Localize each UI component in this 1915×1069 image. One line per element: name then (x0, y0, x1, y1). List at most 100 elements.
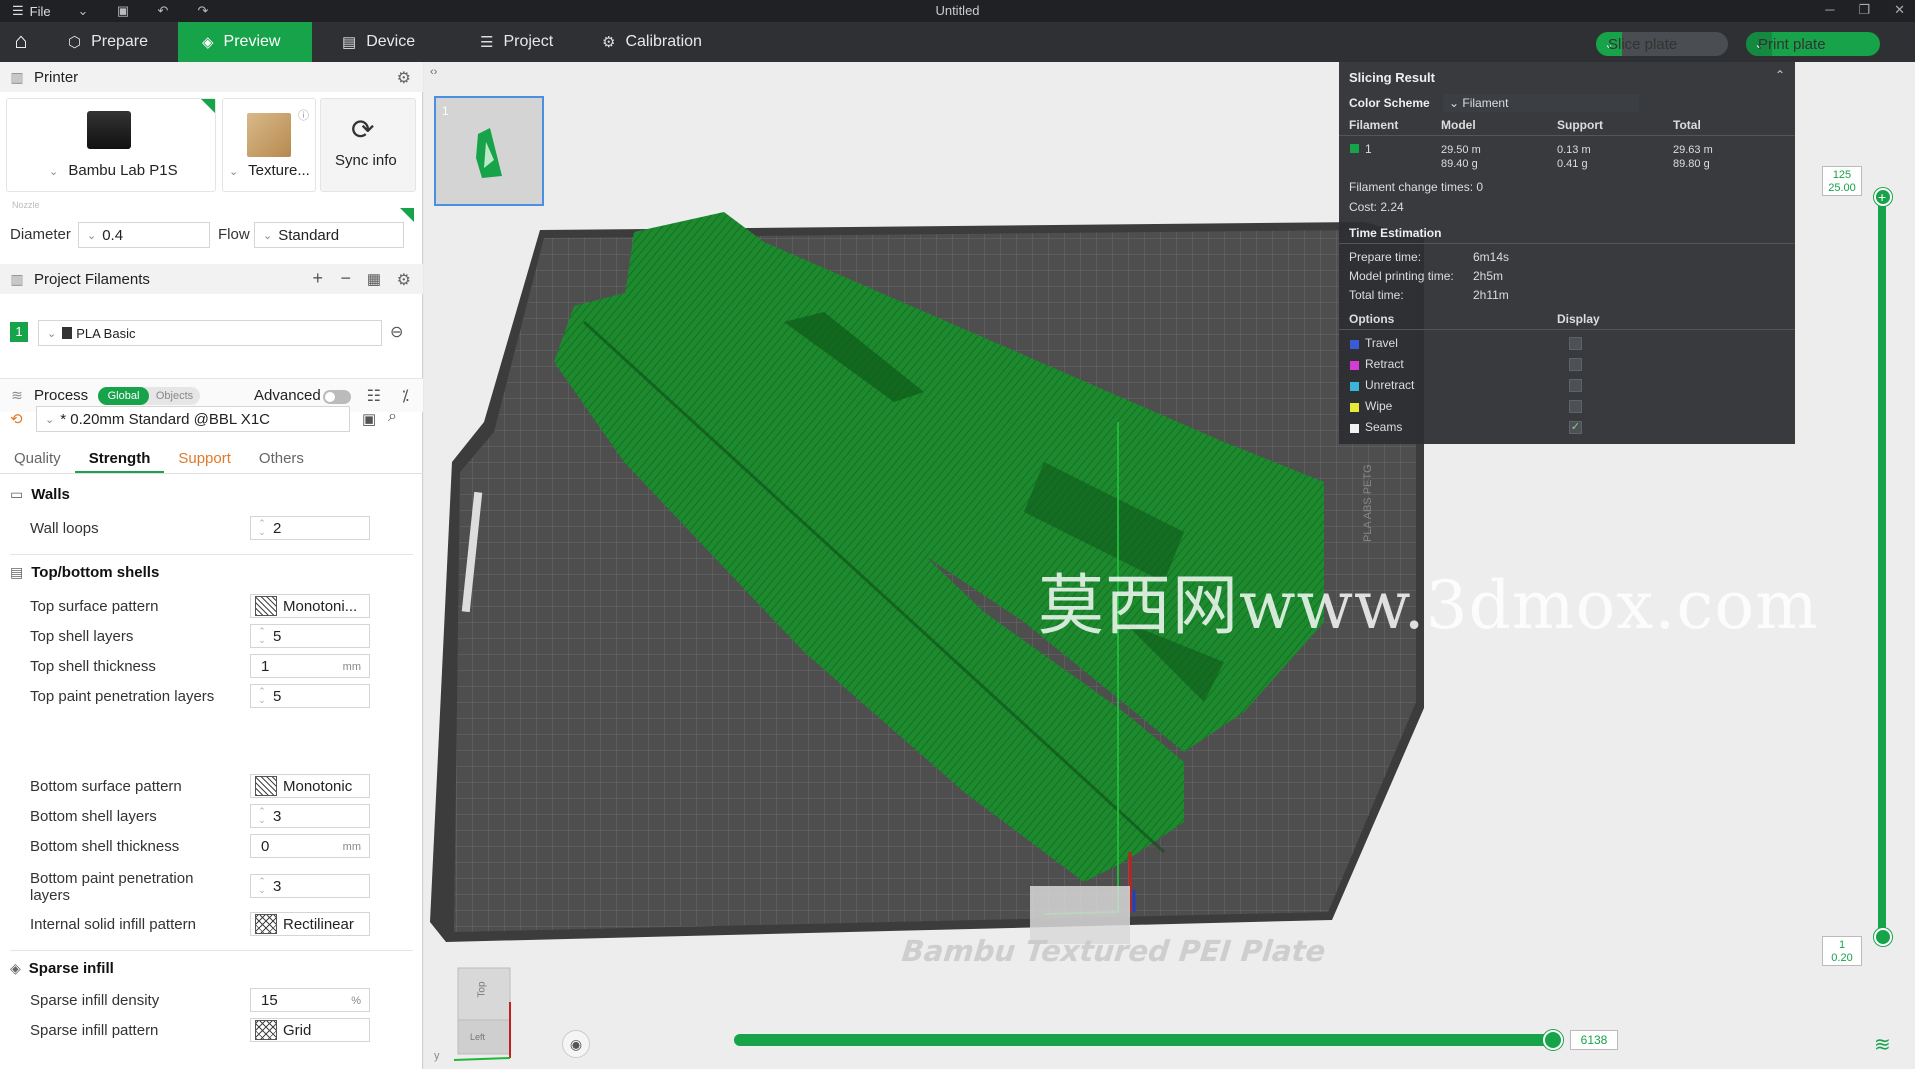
wall-loops-input[interactable]: ⌃ ⌄ 2 (250, 516, 370, 540)
printer-section-title: Printer (34, 68, 79, 86)
tab-strength[interactable]: Strength (74, 444, 165, 473)
sync-info-button[interactable]: ⟳ Sync info (320, 98, 416, 192)
display-label: Display (1557, 312, 1600, 326)
collapse-icon[interactable]: ⌃ (1775, 68, 1785, 82)
sparse-infill-density-input[interactable]: 15 % (250, 988, 370, 1012)
setting-value: 2 (273, 519, 282, 537)
spinner-icon[interactable]: ⌃ ⌄ (251, 627, 273, 645)
option-wipe-label: Wipe (1365, 399, 1393, 413)
bottom-shell-layers-input[interactable]: ⌃ ⌄ 3 (250, 804, 370, 828)
setting-value: 3 (273, 877, 282, 895)
layer-slider-bottom-handle[interactable] (1874, 928, 1892, 946)
tab-prepare[interactable]: ⬡ Prepare (52, 22, 178, 62)
toggle-objects[interactable]: Objects (149, 387, 200, 405)
tab-preview[interactable]: ◈ Preview (178, 22, 312, 62)
slicing-result-title: Slicing Result (1349, 70, 1435, 85)
save-preset-icon[interactable]: ▣ (362, 410, 376, 428)
tab-support[interactable]: Support (164, 444, 245, 473)
chevron-down-icon: ⌄ (47, 327, 57, 340)
flow-select[interactable]: ⌄ Standard (254, 222, 404, 248)
spinner-icon[interactable]: ⌃ ⌄ (251, 519, 273, 537)
global-objects-toggle[interactable]: Global Objects (98, 387, 200, 405)
print-plate-button[interactable]: ⌄ Print plate (1746, 32, 1880, 56)
tab-device[interactable]: ▤ Device (326, 22, 436, 62)
gear-icon[interactable]: ⚙ (397, 270, 411, 290)
minimize-icon[interactable]: ─ (1825, 2, 1834, 18)
color-scheme-value: Filament (1462, 96, 1509, 110)
tab-calibration[interactable]: ⚙ Calibration (586, 22, 736, 62)
setting-row-bottom-shell-layers: Bottom shell layers ⌃ ⌄ 3 (30, 804, 410, 830)
filament-index-badge[interactable]: 1 (10, 322, 28, 342)
option-travel-label: Travel (1365, 336, 1398, 350)
bottom-surface-pattern-select[interactable]: Monotonic (250, 774, 370, 798)
color-scheme-select[interactable]: ⌄ Filament (1443, 94, 1639, 112)
remove-filament-icon[interactable]: − (340, 268, 351, 289)
slice-plate-button[interactable]: ⌄ Slice plate (1596, 32, 1728, 56)
bottom-paint-penetration-input[interactable]: ⌃ ⌄ 3 (250, 874, 370, 898)
sparse-infill-pattern-select[interactable]: Grid (250, 1018, 370, 1042)
option-wipe-checkbox[interactable] (1569, 400, 1582, 413)
print-plate-label: Print plate (1758, 35, 1826, 53)
divider (10, 554, 413, 555)
divider (1339, 329, 1795, 330)
reset-icon[interactable]: ⟲ (10, 410, 23, 428)
process-preset-select[interactable]: ⌄ * 0.20mm Standard @BBL X1C (36, 406, 350, 432)
tab-quality[interactable]: Quality (0, 444, 75, 473)
option-travel-checkbox[interactable] (1569, 337, 1582, 350)
layer-top-number: 125 (1832, 169, 1852, 181)
layer-slider-track[interactable] (1878, 196, 1886, 938)
top-shell-layers-input[interactable]: ⌃ ⌄ 5 (250, 624, 370, 648)
plate-selector[interactable]: ⓘ ⌄ Texture... (222, 98, 316, 192)
diameter-select[interactable]: ⌄ 0.4 (78, 222, 210, 248)
search-icon[interactable]: ⌕ (388, 408, 397, 426)
advanced-label: Advanced (254, 387, 321, 404)
plate-image (247, 113, 291, 157)
layers-icon[interactable]: ≋ (1874, 1032, 1891, 1057)
close-icon[interactable]: ✕ (1894, 2, 1905, 18)
plus-icon[interactable]: + (1878, 189, 1886, 205)
advanced-switch[interactable] (323, 390, 351, 404)
filament-edit-icon[interactable]: ⊖ (390, 322, 403, 342)
list-icon[interactable]: ☷ (367, 386, 381, 406)
printer-selector[interactable]: ⌄ Bambu Lab P1S (6, 98, 216, 192)
top-shell-thickness-input[interactable]: 1 mm (250, 654, 370, 678)
model-time-label: Model printing time: (1349, 269, 1454, 283)
option-unretract-checkbox[interactable] (1569, 379, 1582, 392)
restore-icon[interactable]: ❐ (1858, 2, 1870, 18)
shells-icon: ▤ (10, 564, 24, 580)
add-filament-icon[interactable]: + (312, 268, 323, 289)
project-icon: ☰ (480, 34, 494, 51)
setting-row-internal-solid-infill: Internal solid infill pattern Rectilinea… (30, 912, 410, 938)
internal-solid-infill-select[interactable]: Rectilinear (250, 912, 370, 936)
spinner-icon[interactable]: ⌃ ⌄ (251, 877, 273, 895)
info-icon[interactable]: ⓘ (298, 107, 309, 123)
move-slider-track[interactable] (734, 1034, 1554, 1046)
top-paint-penetration-input[interactable]: ⌃ ⌄ 5 (250, 684, 370, 708)
camera-icon[interactable]: ◉ (562, 1030, 590, 1058)
tab-project-label: Project (503, 33, 554, 50)
tab-others[interactable]: Others (245, 444, 318, 473)
bottom-shell-thickness-input[interactable]: 0 mm (250, 834, 370, 858)
total-time-value: 2h11m (1473, 288, 1509, 302)
tab-project[interactable]: ☰ Project (464, 22, 584, 62)
divider (1339, 135, 1795, 136)
filaments-section-header: ▥ Project Filaments + − ▦ ⚙ (0, 264, 423, 294)
spinner-icon[interactable]: ⌃ ⌄ (251, 687, 273, 705)
process-preset: * 0.20mm Standard @BBL X1C (60, 410, 270, 428)
shells-group-title: Top/bottom shells (31, 564, 160, 581)
filament-sync-icon[interactable]: ▦ (367, 270, 381, 288)
move-slider-handle[interactable] (1543, 1030, 1563, 1050)
gear-icon[interactable]: ⚙ (397, 68, 411, 88)
compare-icon[interactable]: ⁒ (402, 386, 409, 406)
filament-select[interactable]: ⌄ PLA Basic (38, 320, 382, 346)
option-retract-checkbox[interactable] (1569, 358, 1582, 371)
filament-name: PLA Basic (76, 325, 136, 341)
home-icon[interactable]: ⌂ (8, 30, 34, 54)
option-seams-checkbox[interactable]: ✓ (1569, 421, 1582, 434)
slicing-result-panel: Slicing Result ⌃ Color Scheme ⌄ Filament… (1339, 62, 1795, 444)
setting-row-top-paint-penetration: Top paint penetration layers ⌃ ⌄ 5 (30, 684, 410, 710)
spinner-icon[interactable]: ⌃ ⌄ (251, 807, 273, 825)
top-surface-pattern-select[interactable]: Monotoni... (250, 594, 370, 618)
option-unretract-label: Unretract (1365, 378, 1415, 392)
toggle-global[interactable]: Global (98, 387, 149, 405)
